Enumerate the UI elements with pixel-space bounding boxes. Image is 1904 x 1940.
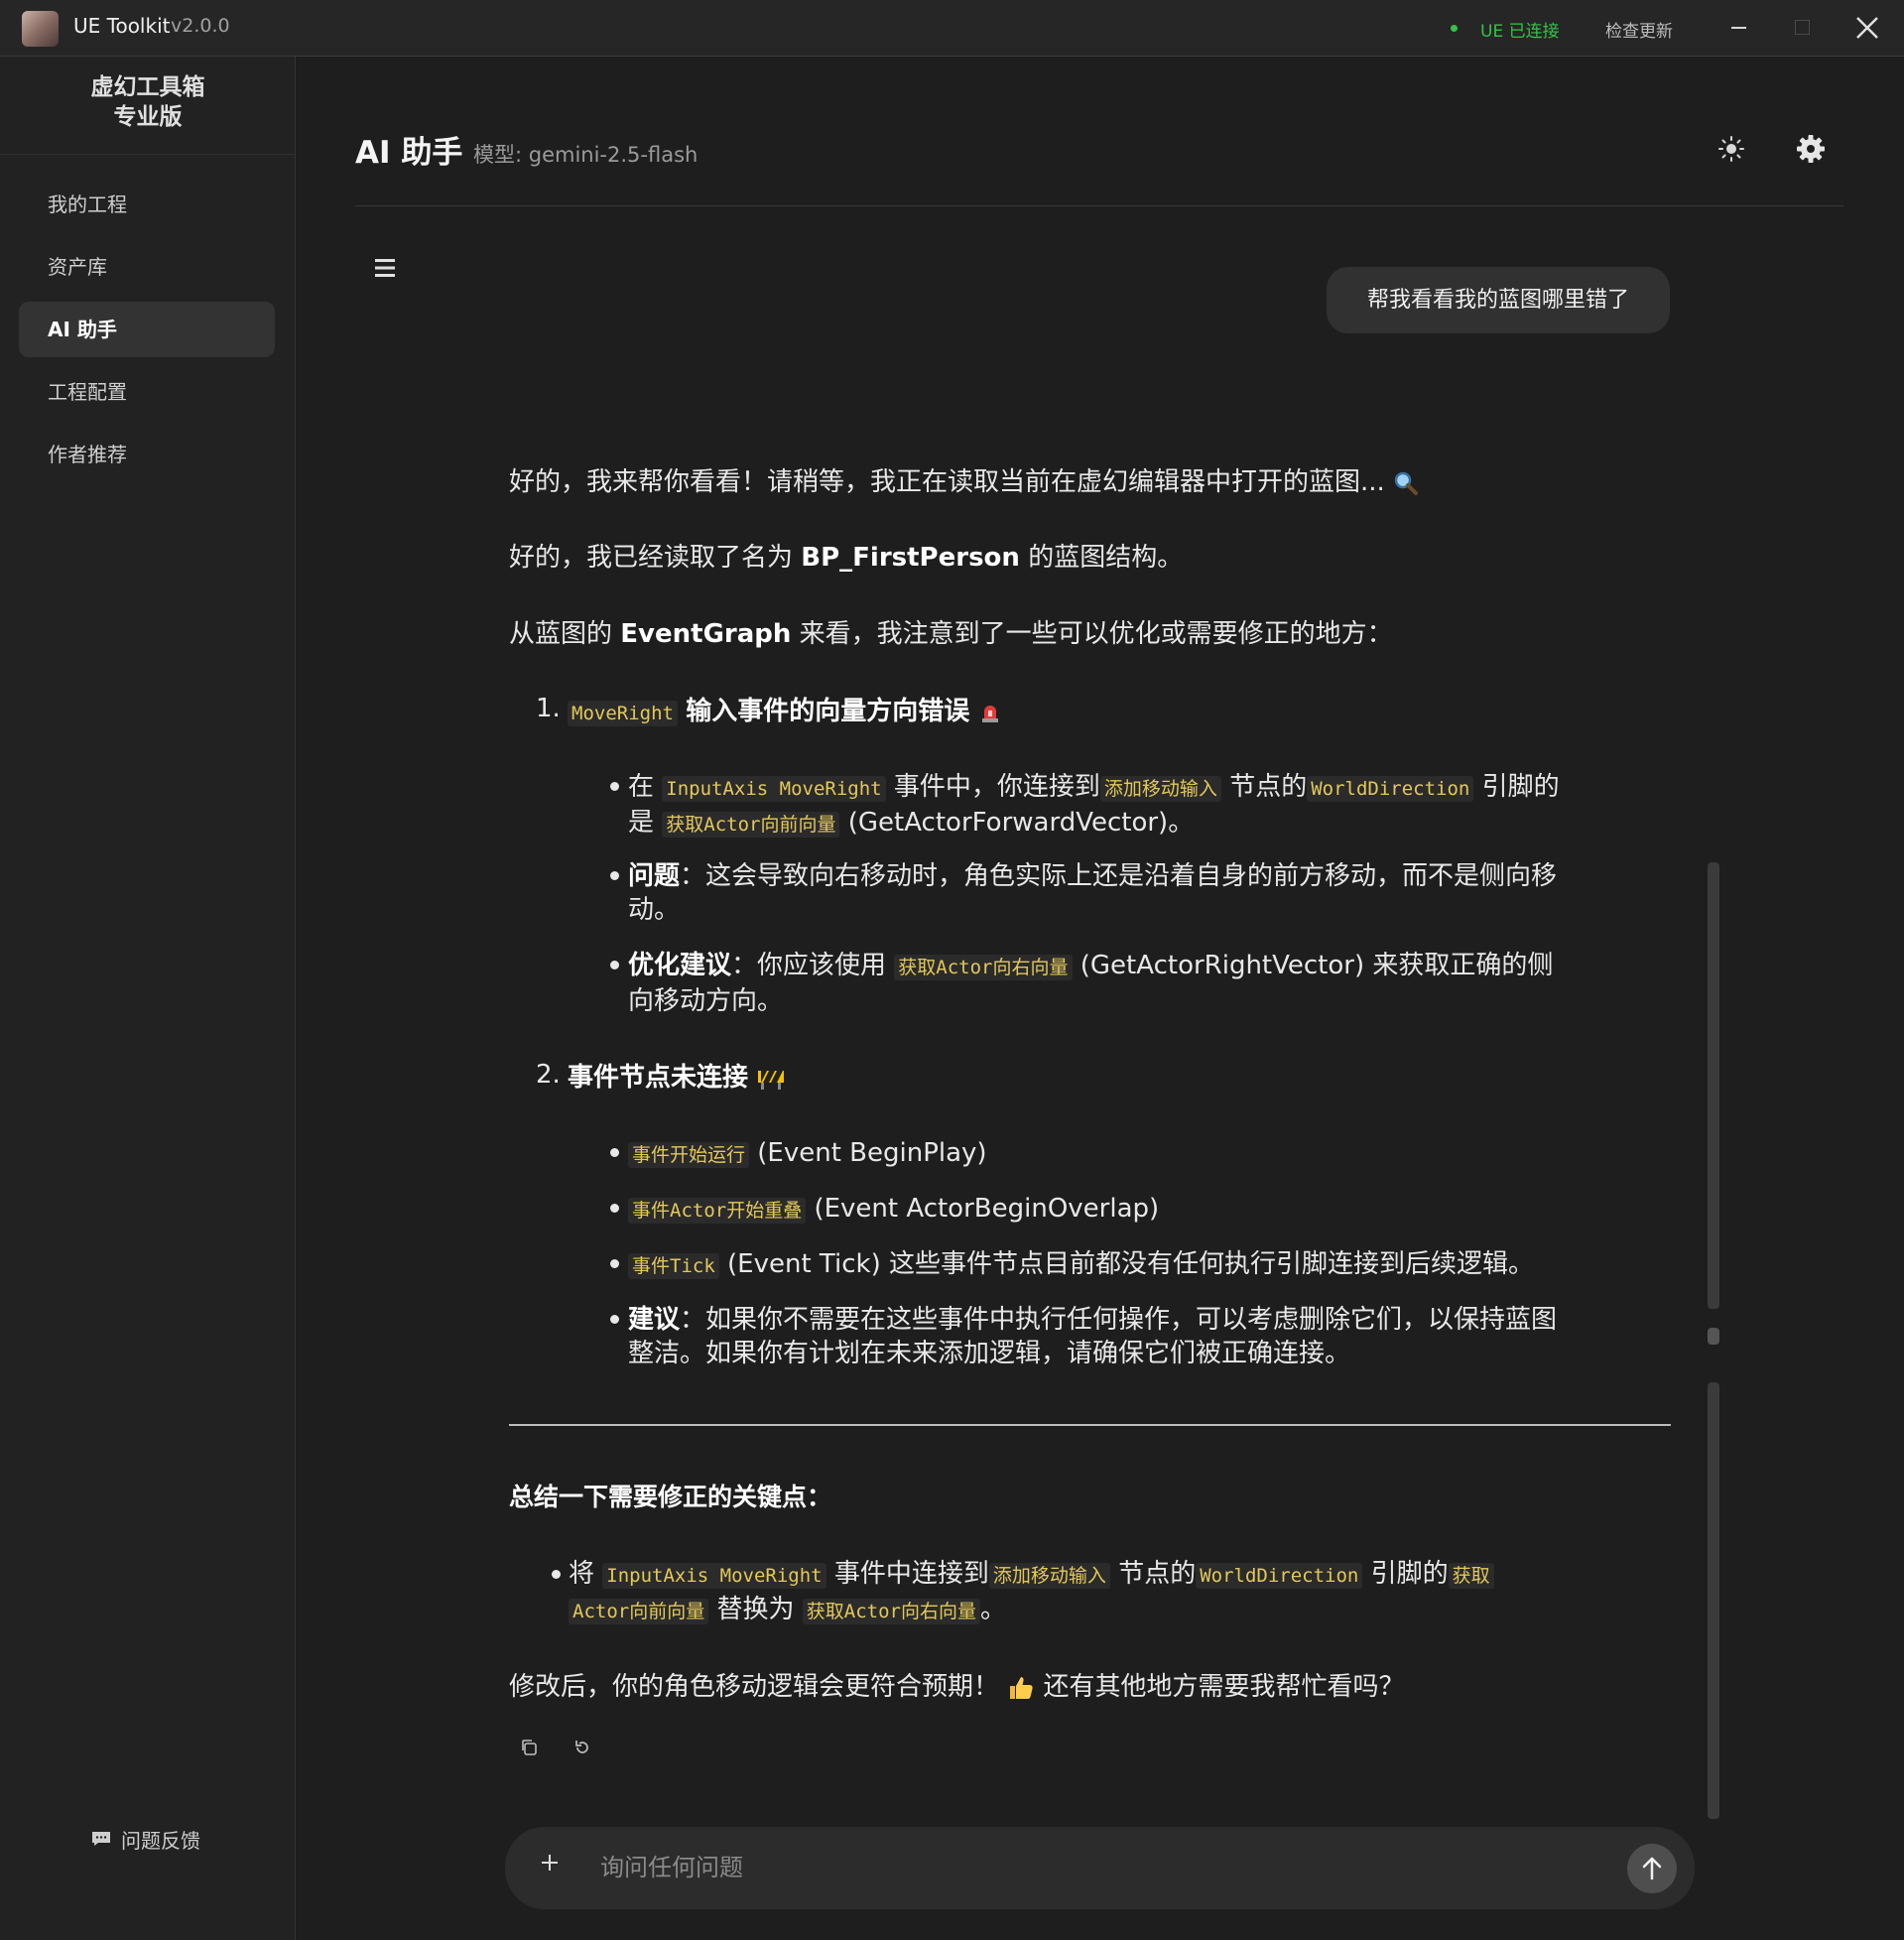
scrollbar-thumb[interactable] [1708,1328,1719,1345]
bullet [610,1315,619,1324]
page-title: AI 助手 [355,135,463,171]
send-button[interactable] [1627,1844,1677,1893]
assistant-paragraph: 修改后，你的角色移动逻辑会更符合预期！ 还有其他地方需要我帮忙看吗？ [509,1672,1405,1702]
sun-icon[interactable] [1717,135,1745,163]
sidebar: 虚幻工具箱 专业版 我的工程 资产库 AI 助手 工程配置 作者推荐 [0,57,296,1940]
bullet [610,871,619,880]
siren-icon [981,705,998,722]
issue-title: 事件节点未连接 [568,1061,1659,1095]
bullet [610,782,619,791]
list-item: 建议：如果你不需要在这些事件中执行任何操作，可以考虑删除它们，以保持蓝图 整洁。… [628,1305,1558,1368]
check-update-button[interactable]: 检查更新 [1605,17,1673,42]
app-name: UE Toolkit [73,14,171,38]
chat-icon [92,1832,110,1846]
bullet [610,1204,619,1213]
menu-icon[interactable] [373,257,397,279]
scrollbar-track[interactable] [1708,862,1719,1309]
gear-icon[interactable] [1795,133,1827,165]
header-divider [355,205,1843,206]
user-message: 帮我看看我的蓝图哪里错了 [1327,267,1670,333]
regenerate-icon[interactable] [573,1739,591,1756]
brand-title: 虚幻工具箱 [90,74,205,100]
title-bar: UE Toolkit v2.0.0 UE 已连接 检查更新 [0,0,1904,57]
app-version: v2.0.0 [171,15,230,37]
list-item: 优化建议：你应该使用 获取Actor向右向量 (GetActorRightVec… [628,951,1554,1016]
magnifier-icon [1394,471,1419,495]
maximize-button[interactable] [1795,20,1810,35]
sidebar-item-assets[interactable]: 资产库 [19,239,275,295]
assistant-paragraph: 好的，我已经读取了名为 BP_FirstPerson 的蓝图结构。 [509,543,1184,573]
construction-icon [758,1070,785,1090]
bullet [610,961,619,970]
list-item: 事件开始运行 (Event BeginPlay) [628,1136,1680,1172]
divider [0,154,296,155]
copy-icon[interactable] [520,1739,538,1756]
summary-heading: 总结一下需要修正的关键点： [509,1483,832,1511]
sidebar-item-project-config[interactable]: 工程配置 [19,364,275,420]
issue-title: MoveRight 输入事件的向量方向错误 [568,695,1659,730]
feedback-link[interactable]: 问题反馈 [121,1825,200,1854]
thumbs-up-icon [1010,1676,1033,1699]
connection-status-dot [1451,25,1458,32]
sidebar-item-projects[interactable]: 我的工程 [19,177,275,232]
sidebar-item-ai-assistant[interactable]: AI 助手 [19,302,275,357]
list-item: 问题：这会导致向右移动时，角色实际上还是沿着自身的前方移动，而不是侧向移 动。 [628,861,1558,925]
minimize-button[interactable] [1731,27,1746,29]
app-avatar [22,11,59,47]
assistant-paragraph: 好的，我来帮你看看！请稍等，我正在读取当前在虚幻编辑器中打开的蓝图... [509,465,1680,499]
list-item: 将 InputAxis MoveRight 事件中连接到 添加移动输入 节点的 Wo… [569,1557,1670,1628]
brand: 虚幻工具箱 专业版 [0,72,296,132]
plus-icon[interactable] [540,1853,560,1873]
list-item: 在 InputAxis MoveRight 事件中，你连接到 添加移动输入 节点的… [628,772,1560,838]
list-item: 事件Actor开始重叠 (Event ActorBeginOverlap) [628,1192,1680,1228]
assistant-paragraph: 从蓝图的 EventGraph 来看，我注意到了一些可以优化或需要修正的地方： [509,619,1393,649]
list-number: 1. [536,694,561,723]
bullet [552,1570,561,1579]
send-icon [1642,1857,1662,1880]
list-item: 事件Tick (Event Tick) 这些事件节点目前都没有任何执行引脚连接到… [628,1247,1680,1283]
connection-status: UE 已连接 [1480,22,1560,42]
list-number: 2. [536,1060,561,1090]
scrollbar-track[interactable] [1708,1382,1719,1819]
brand-subtitle: 专业版 [113,104,183,130]
bullet [610,1148,619,1157]
chat-input[interactable] [598,1841,1614,1894]
divider [509,1424,1671,1426]
bullet [610,1259,619,1268]
model-label: 模型: gemini-2.5-flash [473,143,698,167]
close-button[interactable] [1853,14,1881,42]
sidebar-item-author-picks[interactable]: 作者推荐 [19,427,275,482]
